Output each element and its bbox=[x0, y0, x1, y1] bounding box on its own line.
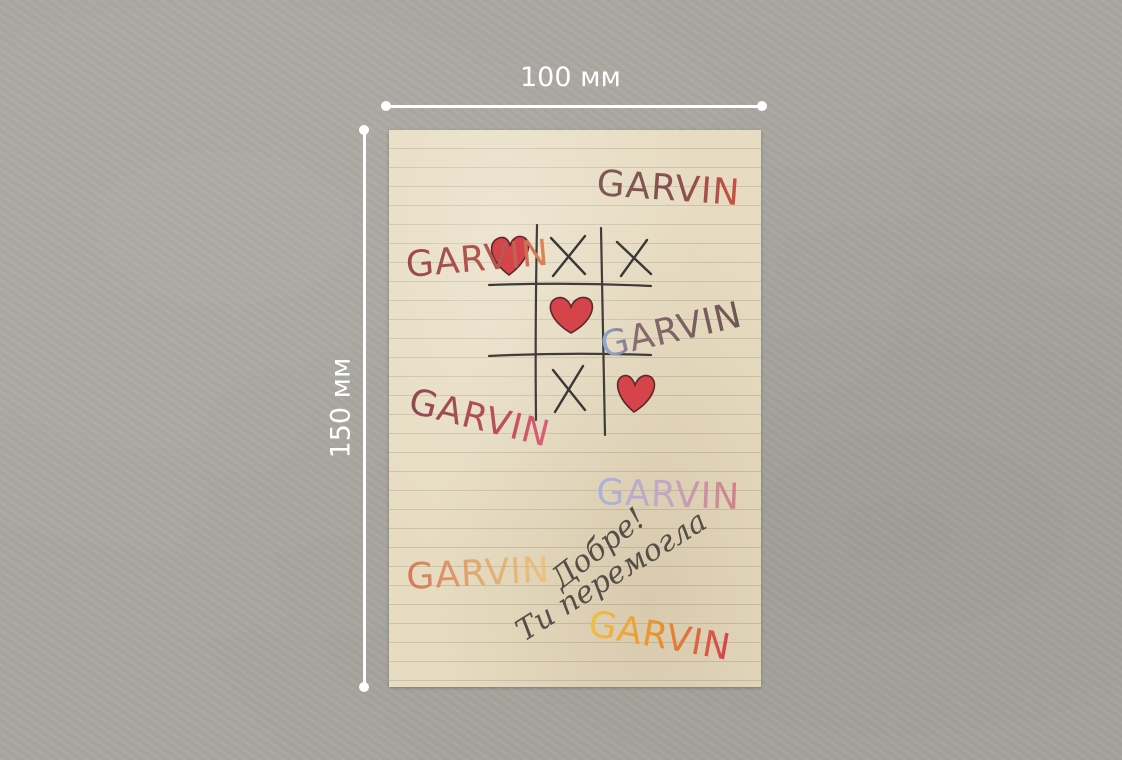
brand-wordmark: GARVIN bbox=[404, 233, 551, 286]
brand-wordmark: GARVIN bbox=[405, 381, 554, 456]
brand-wordmark: GARVIN bbox=[597, 294, 746, 366]
x-mark-icon bbox=[615, 238, 653, 278]
brand-wordmark: GARVIN bbox=[405, 550, 551, 598]
height-line-start-dot bbox=[359, 125, 369, 135]
brand-wordmark: GARVIN bbox=[585, 603, 734, 668]
heart-icon bbox=[616, 374, 656, 413]
brand-wordmark: GARVIN bbox=[595, 163, 741, 214]
width-dimension-line bbox=[386, 105, 762, 108]
postcard-artwork: GARVIN GARVIN GARVIN GARVIN GARVIN GARVI… bbox=[404, 163, 746, 669]
postcard: GARVIN GARVIN GARVIN GARVIN GARVIN GARVI… bbox=[389, 130, 761, 687]
x-mark-icon bbox=[551, 364, 587, 414]
height-line-end-dot bbox=[359, 682, 369, 692]
width-dimension-label: 100 мм bbox=[520, 62, 621, 93]
x-mark-icon bbox=[549, 234, 587, 278]
height-dimension-line bbox=[363, 130, 366, 687]
width-line-start-dot bbox=[381, 101, 391, 111]
height-dimension-label: 150 мм bbox=[325, 357, 357, 459]
width-line-end-dot bbox=[757, 101, 767, 111]
heart-icon bbox=[549, 296, 594, 334]
